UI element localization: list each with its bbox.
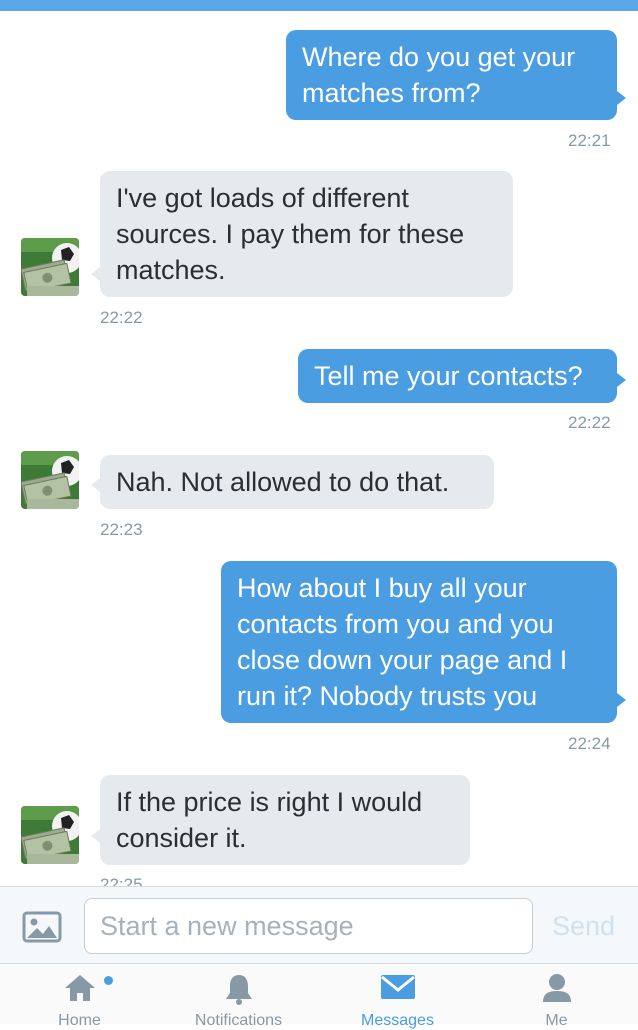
message-text-line: consider it.: [116, 823, 247, 853]
message-bubble[interactable]: If the price is right I would consider i…: [100, 775, 470, 865]
envelope-icon: [379, 972, 417, 1007]
notification-dot: [104, 976, 113, 985]
message-timestamp: 22:25: [100, 875, 143, 886]
message-composer: Send: [0, 886, 638, 964]
message-thread[interactable]: Where do you get your matches from? 22:2…: [0, 11, 638, 886]
person-icon: [539, 972, 575, 1011]
tab-label: Notifications: [194, 1012, 283, 1029]
tab-label: Messages: [361, 1012, 434, 1029]
bubble-tail: [91, 829, 100, 843]
bell-icon: [222, 972, 256, 1011]
home-icon: [62, 972, 98, 1009]
tab-home[interactable]: Home: [0, 964, 159, 1029]
tab-label: Home: [58, 1012, 101, 1029]
status-bar: [0, 0, 638, 11]
send-button[interactable]: Send: [552, 911, 615, 942]
message-incoming: If the price is right I would consider i…: [0, 11, 638, 886]
tab-messages[interactable]: Messages: [318, 964, 477, 1029]
photo-icon[interactable]: [22, 911, 62, 943]
tab-label: Me: [545, 1012, 568, 1029]
message-text-line: If the price is right I would: [116, 787, 423, 817]
tab-bar: Home Notifications Messages Me: [0, 964, 638, 1029]
tab-me[interactable]: Me: [477, 964, 636, 1029]
message-input[interactable]: [84, 898, 533, 954]
avatar[interactable]: [21, 806, 79, 864]
tab-notifications[interactable]: Notifications: [159, 964, 318, 1029]
